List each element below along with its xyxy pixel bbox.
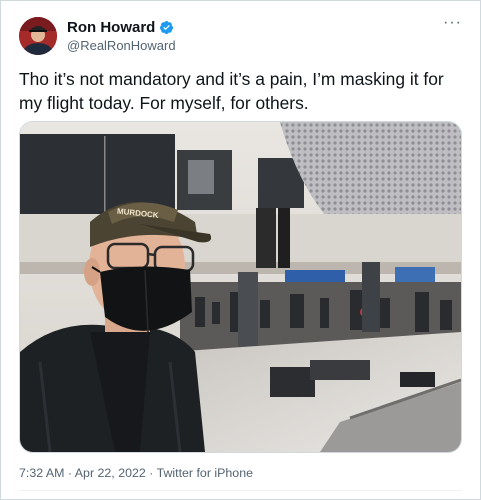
tweet-text: Tho it’s not mandatory and it’s a pain, … bbox=[19, 69, 444, 113]
profile-photo-icon bbox=[19, 17, 57, 55]
tweet-meta: 7:32 AM · Apr 22, 2022 · Twitter for iPh… bbox=[19, 466, 253, 480]
meta-separator: · bbox=[64, 466, 75, 480]
tweet-source[interactable]: Twitter for iPhone bbox=[157, 466, 253, 480]
verified-badge-icon bbox=[160, 20, 174, 35]
tweet-date[interactable]: Apr 22, 2022 bbox=[75, 466, 146, 480]
author-handle[interactable]: @RealRonHoward bbox=[67, 38, 176, 53]
tweet-photo[interactable]: MURDOCK bbox=[19, 121, 462, 453]
tweet-card: Ron Howard @RealRonHoward ··· Tho it’s n… bbox=[0, 0, 481, 500]
more-options-icon[interactable]: ··· bbox=[443, 15, 462, 31]
meta-separator: · bbox=[145, 466, 157, 480]
selfie-photo-icon: MURDOCK bbox=[20, 122, 461, 452]
divider bbox=[19, 490, 462, 491]
avatar[interactable] bbox=[19, 17, 57, 55]
tweet-time[interactable]: 7:32 AM bbox=[19, 466, 64, 480]
author-name[interactable]: Ron Howard bbox=[67, 19, 155, 36]
